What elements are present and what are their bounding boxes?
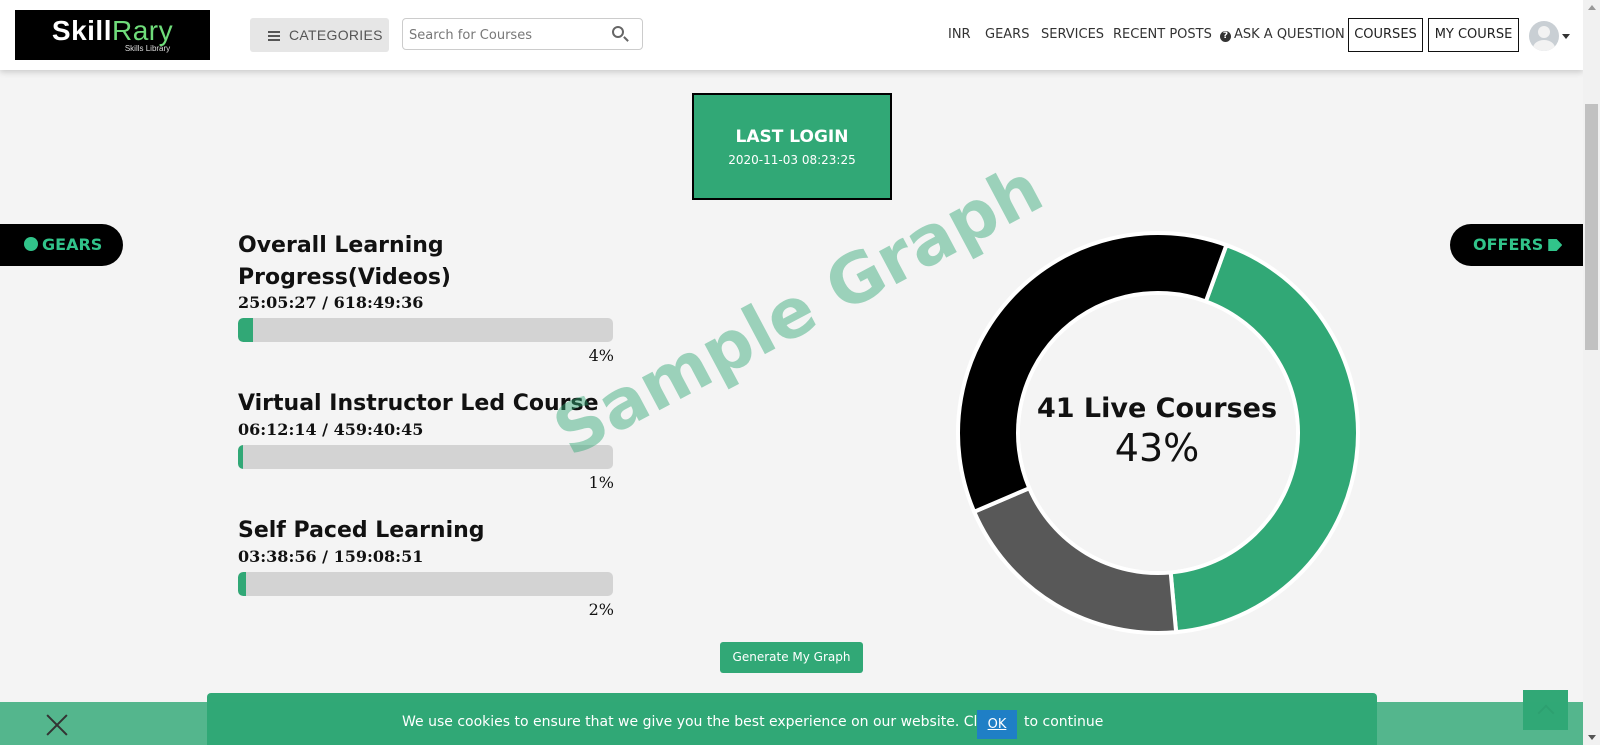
scroll-up-arrow-icon[interactable]: [1588, 5, 1596, 10]
donut-center-value: 43%: [1114, 426, 1200, 470]
progress-time: 03:38:56 / 159:08:51: [238, 547, 424, 566]
last-login-title: LAST LOGIN: [735, 127, 849, 147]
close-icon[interactable]: [45, 713, 69, 737]
search-input[interactable]: [409, 25, 599, 45]
skillrary-logo[interactable]: SkillRary Skills Library: [15, 10, 210, 60]
progress-self-paced: Self Paced Learning 03:38:56 / 159:08:51…: [238, 515, 614, 620]
courses-button[interactable]: COURSES: [1348, 18, 1423, 52]
progress-bar: [238, 572, 613, 596]
progress-overall: Overall Learning Progress(Videos): [238, 230, 478, 294]
nav-ask-a-question[interactable]: ? ASK A QUESTION: [1220, 0, 1345, 70]
progress-bar-fill: [238, 445, 243, 469]
logo-text: SkillRary: [51, 15, 174, 46]
progress-bar-fill: [238, 572, 246, 596]
progress-percent: 4%: [588, 346, 614, 365]
donut-center-label: 41 Live Courses: [1036, 393, 1278, 424]
generate-graph-button[interactable]: Generate My Graph: [720, 642, 863, 673]
nav-inr[interactable]: INR: [948, 0, 971, 70]
progress-percent: 1%: [588, 473, 614, 492]
categories-button[interactable]: CATEGORIES: [250, 18, 389, 52]
my-course-button[interactable]: MY COURSE: [1428, 18, 1519, 52]
offers-tab-label: OFFERS: [1473, 235, 1544, 254]
last-login-box: LAST LOGIN 2020-11-03 08:23:25: [692, 93, 892, 200]
nav-gears[interactable]: GEARS: [985, 0, 1029, 70]
progress-percent: 2%: [588, 600, 614, 619]
categories-label: CATEGORIES: [289, 27, 383, 43]
nav-recent-posts[interactable]: RECENT POSTS: [1113, 0, 1212, 70]
tags-icon: [1548, 239, 1563, 251]
donut-center-text: 41 Live Courses 43%: [1007, 393, 1307, 470]
gear-icon: [24, 237, 38, 251]
progress-time: 25:05:27 / 618:49:36: [238, 293, 424, 312]
progress-bar: [238, 445, 613, 469]
search-box: [402, 18, 643, 50]
progress-bar-fill: [238, 318, 253, 342]
gears-tab-label: GEARS: [42, 235, 103, 254]
cookie-consent-bar: We use cookies to ensure that we give yo…: [0, 702, 1583, 745]
progress-title: Self Paced Learning: [238, 518, 485, 543]
question-circle-icon: ?: [1220, 31, 1231, 42]
scroll-down-arrow-icon[interactable]: [1588, 735, 1596, 740]
progress-overall-values: 25:05:27 / 618:49:36 4%: [238, 293, 614, 366]
user-avatar[interactable]: [1529, 21, 1559, 51]
progress-title: Overall Learning Progress(Videos): [238, 233, 451, 290]
menu-bars-icon: [268, 31, 280, 41]
top-header: SkillRary Skills Library CATEGORIES INR …: [0, 0, 1583, 70]
cookie-message-end: to continue: [1024, 714, 1104, 730]
gears-side-tab[interactable]: GEARS: [0, 224, 123, 266]
last-login-datetime: 2020-11-03 08:23:25: [728, 153, 856, 167]
progress-bar: [238, 318, 613, 342]
scrollbar-thumb[interactable]: [1585, 104, 1598, 350]
cookie-message: We use cookies to ensure that we give yo…: [402, 714, 998, 730]
nav-services[interactable]: SERVICES: [1041, 0, 1104, 70]
cookie-ok-button[interactable]: OK: [977, 710, 1017, 739]
search-icon[interactable]: [612, 26, 624, 38]
offers-side-tab[interactable]: OFFERS: [1450, 224, 1583, 266]
ask-question-label: ASK A QUESTION: [1234, 27, 1345, 42]
page-scrollbar[interactable]: [1583, 0, 1600, 745]
chevron-down-icon[interactable]: [1562, 34, 1570, 39]
